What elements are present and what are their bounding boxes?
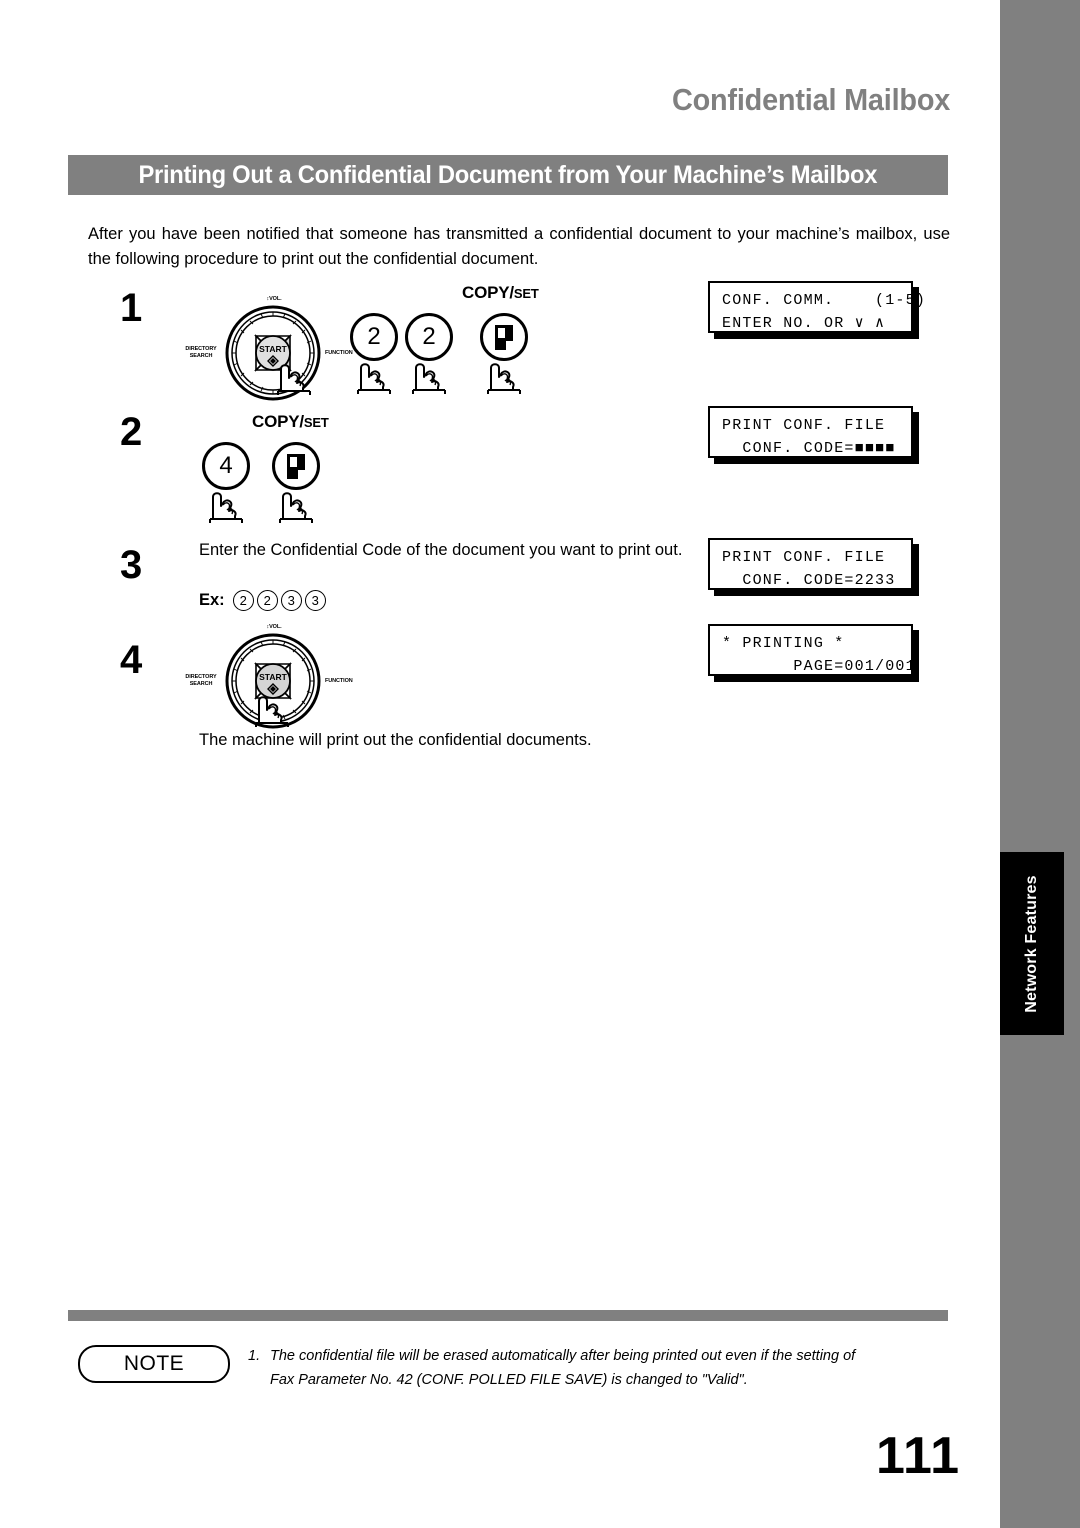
lcd-3-line1: PRINT CONF. FILE [722, 549, 886, 566]
lcd-2-line1: PRINT CONF. FILE [722, 417, 886, 434]
step-number-1: 1 [120, 286, 143, 330]
lcd-2-line2: CONF. CODE=■■■■ [722, 440, 896, 457]
pointing-hand-icon-7 [252, 685, 296, 727]
example-digit-3: 3 [280, 590, 302, 611]
step-3-line2: print out. [618, 541, 683, 559]
example-digit-2: 2 [256, 590, 278, 611]
set-label: SET [513, 286, 539, 301]
page-icon [495, 324, 513, 350]
pointing-hand-icon-5 [206, 481, 250, 523]
lcd-display-3: PRINT CONF. FILE CONF. CODE=2233 [708, 538, 913, 590]
lcd-1-line2: ENTER NO. OR ∨ ∧ [722, 315, 886, 332]
note-line-1: The confidential file will be erased aut… [270, 1348, 856, 1364]
volume-label-2: ↕VOL. [266, 624, 282, 630]
example-label: Ex: [199, 591, 225, 609]
set-label-2: SET [303, 415, 329, 430]
copy-label-2: COPY [252, 412, 300, 431]
section-title: Printing Out a Confidential Document fro… [138, 160, 878, 189]
page-icon-2 [287, 453, 305, 479]
pointing-hand-icon-4 [484, 352, 528, 394]
svg-text:START: START [259, 672, 288, 682]
lcd-3-line2: CONF. CODE=2233 [722, 572, 896, 589]
note-divider-rule [68, 1310, 948, 1321]
section-banner: Printing Out a Confidential Document fro… [68, 155, 948, 195]
function-label-2: FUNCTION [325, 678, 353, 684]
step-number-2: 2 [120, 410, 143, 454]
copy-set-label-1: COPY/SET [462, 283, 539, 303]
lcd-display-1: CONF. COMM. (1-5) ENTER NO. OR ∨ ∧ [708, 281, 925, 333]
note-item-number: 1. [248, 1348, 261, 1364]
lcd-display-4: * PRINTING * PAGE=001/001 [708, 624, 916, 676]
intro-paragraph: After you have been notified that someon… [88, 225, 950, 268]
pointing-hand-icon-1 [274, 353, 318, 395]
copy-label: COPY [462, 283, 510, 302]
example-digit-4: 3 [304, 590, 326, 611]
volume-label: ↕VOL. [266, 296, 282, 302]
chapter-title: Confidential Mailbox [671, 82, 950, 117]
page-edge-bar [1000, 0, 1080, 1528]
side-tab-label: Network Features [1023, 874, 1040, 1013]
step-3-line1: Enter the Confidential Code of the docum… [199, 541, 614, 559]
note-body: 1. The confidential file will be erased … [248, 1344, 964, 1392]
lcd-4-line2: PAGE=001/001 [722, 658, 916, 675]
lcd-1-line1: CONF. COMM. (1-5) [722, 292, 927, 309]
note-line-2: Fax Parameter No. 42 (CONF. POLLED FILE … [270, 1372, 748, 1388]
step-4-caption: The machine will print out the confident… [199, 731, 592, 749]
note-badge: NOTE [78, 1345, 230, 1383]
step-number-4: 4 [120, 638, 143, 682]
pointing-hand-icon-6 [276, 481, 320, 523]
directory-search-label: DIRECTORY SEARCH [185, 346, 217, 359]
side-tab-network-features: Network Features [1000, 852, 1064, 1035]
lcd-display-2: PRINT CONF. FILE CONF. CODE=■■■■ [708, 406, 913, 458]
step-number-3: 3 [120, 543, 143, 587]
pointing-hand-icon-3 [409, 352, 453, 394]
example-digit-1: 2 [232, 590, 254, 611]
step-3-text: Enter the Confidential Code of the docum… [199, 538, 689, 563]
pointing-hand-icon-2 [354, 352, 398, 394]
page-number: 111 [875, 1427, 960, 1485]
example-code-row: Ex: 2 2 3 3 [199, 590, 326, 611]
copy-set-label-2: COPY/SET [252, 412, 329, 432]
directory-search-label-2: DIRECTORY SEARCH [185, 674, 217, 687]
lcd-4-line1: * PRINTING * [722, 635, 845, 652]
